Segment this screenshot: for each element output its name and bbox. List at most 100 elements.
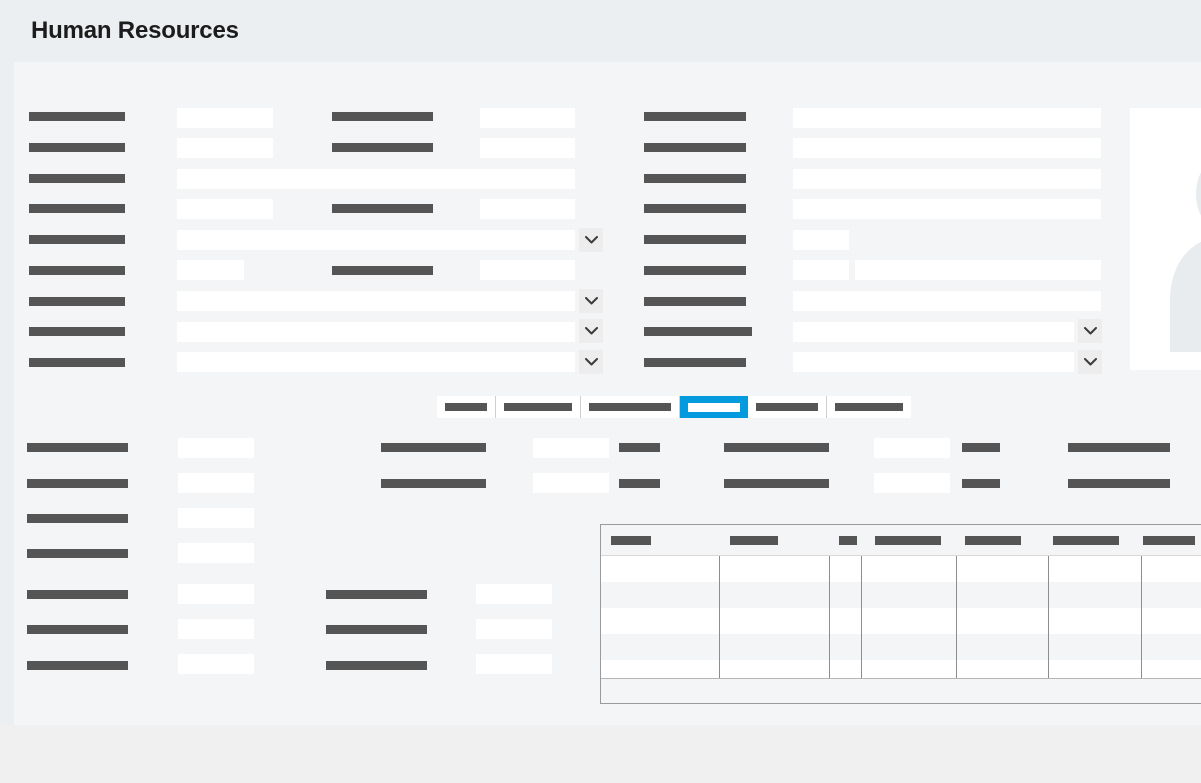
tab-label-redacted (688, 402, 740, 412)
form-input[interactable] (480, 260, 575, 280)
form-input[interactable] (178, 654, 254, 674)
form-input[interactable] (178, 508, 254, 528)
page-title: Human Resources (31, 17, 239, 44)
form-label-redacted (724, 479, 829, 488)
form-label-redacted (332, 266, 433, 275)
form-input-wide[interactable] (793, 138, 1101, 158)
person-silhouette-icon (1170, 172, 1201, 352)
form-input[interactable] (874, 438, 950, 458)
form-select-input[interactable] (793, 322, 1074, 342)
form-label-redacted (29, 266, 125, 275)
tab-label-redacted (589, 403, 671, 411)
chevron-down-icon[interactable] (579, 350, 603, 374)
form-select-input[interactable] (177, 230, 575, 250)
form-input[interactable] (480, 108, 575, 128)
table-row[interactable] (601, 582, 1201, 608)
chevron-down-icon[interactable] (1078, 319, 1102, 343)
form-input-wide[interactable] (793, 169, 1101, 189)
chevron-down-icon[interactable] (579, 319, 603, 343)
table-row[interactable] (601, 634, 1201, 660)
form-label-redacted (332, 143, 433, 152)
form-label-redacted (332, 112, 433, 121)
form-input[interactable] (178, 584, 254, 604)
form-input-small[interactable] (793, 260, 849, 280)
form-input-wide[interactable] (177, 169, 575, 189)
table-column-header[interactable] (611, 536, 651, 545)
section-tabs (437, 396, 911, 418)
form-input[interactable] (533, 473, 609, 493)
table-column-header[interactable] (1143, 536, 1195, 545)
table-column-divider (956, 556, 957, 680)
table-column-header[interactable] (965, 536, 1021, 545)
form-label-redacted (326, 590, 427, 599)
form-input[interactable] (177, 108, 273, 128)
chevron-down-icon[interactable] (579, 289, 603, 313)
chevron-down-icon[interactable] (579, 228, 603, 252)
form-label-redacted (27, 590, 128, 599)
tab-label-redacted (504, 403, 572, 411)
form-label-redacted (381, 479, 486, 488)
form-select-input[interactable] (177, 352, 575, 372)
table-column-divider (719, 556, 720, 680)
form-label-redacted (644, 112, 746, 121)
form-select-input[interactable] (177, 291, 575, 311)
form-input[interactable] (178, 543, 254, 563)
form-input-wide[interactable] (855, 260, 1101, 280)
form-label-redacted (644, 266, 746, 275)
tab-1[interactable] (496, 396, 581, 418)
form-label-redacted (332, 204, 433, 213)
form-label-redacted (27, 443, 128, 452)
form-label-redacted (962, 479, 1000, 488)
form-label-redacted (27, 479, 128, 488)
data-table (600, 524, 1201, 704)
left-rail (0, 62, 14, 725)
form-input[interactable] (178, 619, 254, 639)
form-input[interactable] (476, 619, 552, 639)
form-label-redacted (29, 358, 125, 367)
form-input[interactable] (178, 473, 254, 493)
form-input[interactable] (480, 138, 575, 158)
form-input-wide[interactable] (793, 199, 1101, 219)
form-input[interactable] (874, 473, 950, 493)
form-input[interactable] (533, 438, 609, 458)
form-select-input[interactable] (793, 352, 1074, 372)
form-label-redacted (29, 143, 125, 152)
form-label-redacted (644, 143, 746, 152)
form-input-wide[interactable] (793, 108, 1101, 128)
form-input[interactable] (178, 438, 254, 458)
table-column-header[interactable] (875, 536, 941, 545)
tab-2[interactable] (581, 396, 680, 418)
table-row[interactable] (601, 556, 1201, 582)
table-row[interactable] (601, 608, 1201, 634)
tab-3-active[interactable] (680, 396, 748, 418)
table-column-header[interactable] (1053, 536, 1119, 545)
application-window: Human Resources (0, 0, 1201, 783)
form-label-redacted (29, 204, 125, 213)
form-label-redacted (27, 549, 128, 558)
tab-0[interactable] (437, 396, 496, 418)
form-input[interactable] (476, 654, 552, 674)
form-input[interactable] (480, 199, 575, 219)
tab-5[interactable] (827, 396, 911, 418)
form-label-redacted (619, 443, 660, 452)
form-label-redacted (326, 661, 427, 670)
tab-4[interactable] (748, 396, 827, 418)
table-column-divider (829, 556, 830, 680)
form-input-small[interactable] (793, 230, 849, 250)
table-column-header[interactable] (839, 536, 857, 545)
table-column-divider (1048, 556, 1049, 680)
form-select-input[interactable] (177, 322, 575, 342)
form-label-redacted (29, 327, 125, 336)
form-label-redacted (644, 327, 752, 336)
chevron-down-icon[interactable] (1078, 350, 1102, 374)
table-column-header[interactable] (730, 536, 778, 545)
form-input-wide[interactable] (793, 291, 1101, 311)
form-input[interactable] (177, 199, 273, 219)
table-header-row (601, 525, 1201, 556)
form-input-small[interactable] (177, 260, 244, 280)
tab-label-redacted (835, 403, 903, 411)
form-label-redacted (644, 204, 746, 213)
form-input[interactable] (476, 584, 552, 604)
form-label-redacted (1068, 479, 1170, 488)
form-input[interactable] (177, 138, 273, 158)
